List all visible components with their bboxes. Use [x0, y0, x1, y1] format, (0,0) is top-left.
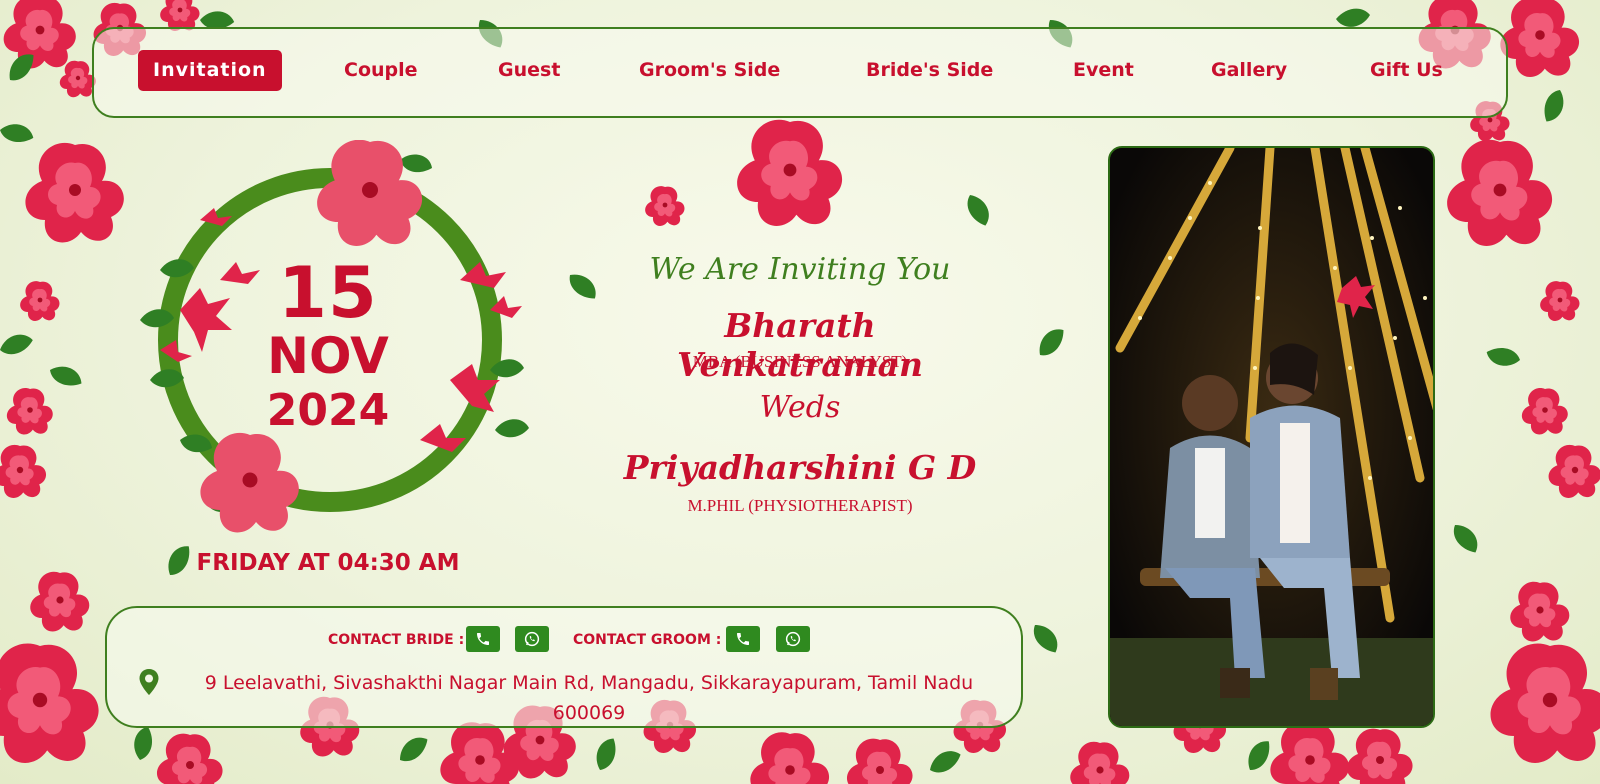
groom-whatsapp-button[interactable]	[776, 626, 810, 652]
venue-address[interactable]: 9 Leelavathi, Sivashakthi Nagar Main Rd,…	[169, 668, 1009, 728]
phone-icon	[737, 633, 749, 645]
nav-item-guest[interactable]: Guest	[498, 59, 560, 81]
nav-item-grooms-side[interactable]: Groom's Side	[639, 59, 780, 81]
weds-text: Weds	[759, 390, 841, 425]
nav-item-gallery[interactable]: Gallery	[1211, 59, 1287, 81]
groom-qualification: MBA (BUSINESS ANALYST)	[692, 352, 908, 371]
date-month: NOV	[267, 327, 389, 385]
location-pin-icon	[139, 669, 159, 695]
whatsapp-icon	[785, 631, 801, 647]
date-year: 2024	[266, 385, 390, 436]
nav-item-invitation[interactable]: Invitation	[138, 50, 282, 91]
nav-item-gift-us[interactable]: Gift Us	[1370, 59, 1443, 81]
contact-panel: CONTACT BRIDE : CONTACT GROOM : 9 Leelav…	[105, 606, 1023, 728]
top-nav: Invitation Couple Guest Groom's Side Bri…	[92, 27, 1508, 118]
bride-qualification: M.PHIL (PHYSIOTHERAPIST)	[687, 496, 913, 515]
date-day: 15	[278, 252, 378, 334]
whatsapp-icon	[524, 631, 540, 647]
bride-name: Priyadharshini G D	[623, 448, 977, 487]
couple-photo	[1108, 146, 1435, 728]
bride-whatsapp-button[interactable]	[515, 626, 549, 652]
groom-call-button[interactable]	[726, 626, 760, 652]
phone-icon	[477, 633, 489, 645]
nav-item-event[interactable]: Event	[1073, 59, 1134, 81]
contact-groom-label: CONTACT GROOM :	[573, 632, 722, 648]
inviting-heading: We Are Inviting You	[649, 252, 951, 287]
nav-item-brides-side[interactable]: Bride's Side	[866, 59, 993, 81]
event-time: FRIDAY AT 04:30 AM	[196, 550, 460, 576]
nav-item-couple[interactable]: Couple	[344, 59, 418, 81]
groom-name: Bharath Venkatraman	[676, 306, 924, 384]
bride-call-button[interactable]	[466, 626, 500, 652]
contact-bride-label: CONTACT BRIDE :	[328, 632, 465, 648]
